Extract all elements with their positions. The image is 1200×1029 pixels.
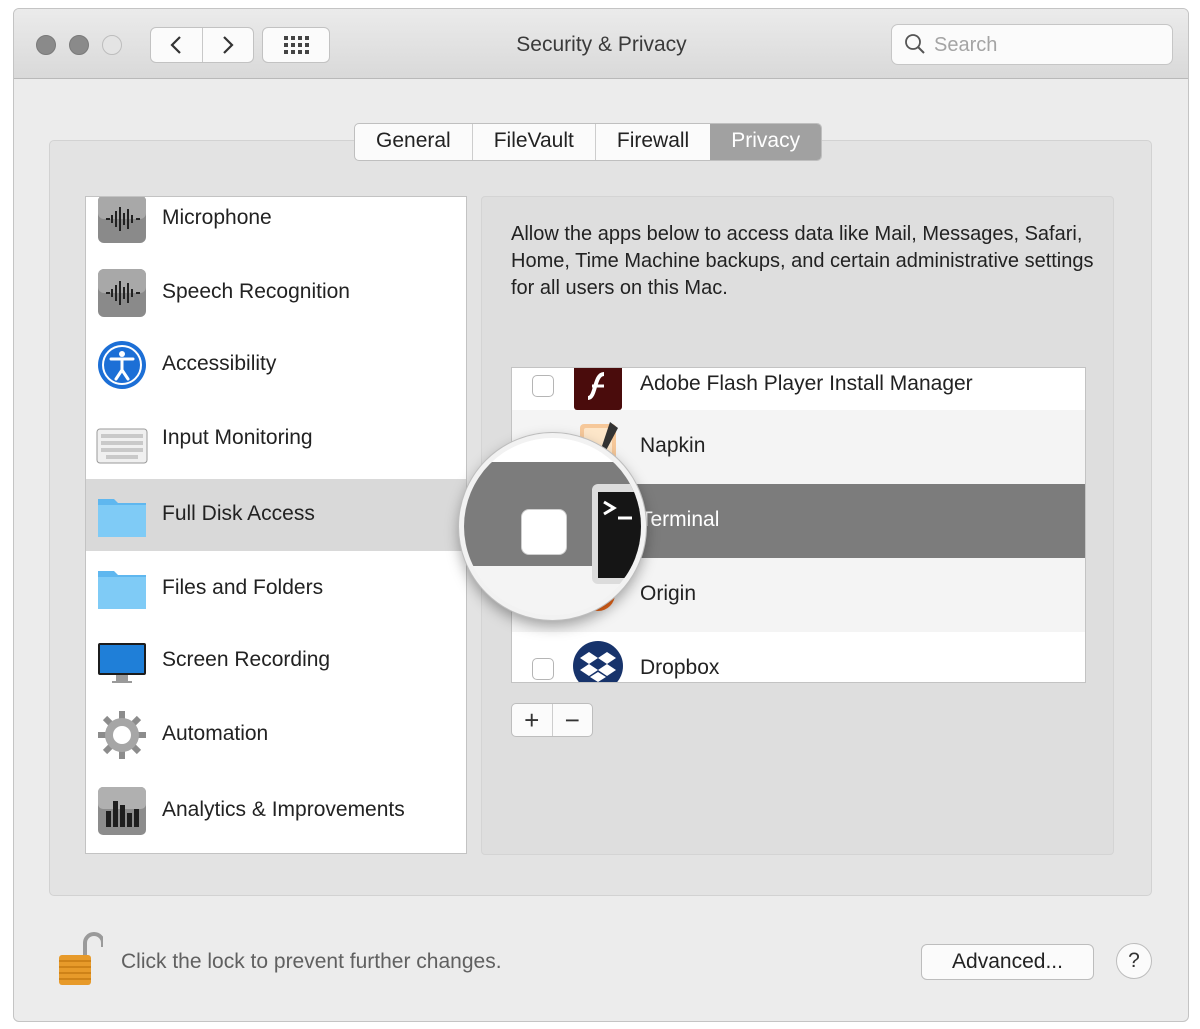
sidebar-item-label: Automation — [162, 722, 269, 745]
tab-general[interactable]: General — [355, 124, 472, 160]
add-app-button[interactable]: + — [512, 704, 552, 736]
sidebar-item-label: Analytics & Improvements — [162, 798, 405, 821]
privacy-category-list[interactable]: Microphone Speech Recognition Accessibil… — [85, 196, 467, 854]
chevron-left-icon — [170, 36, 182, 54]
sidebar-item-speech-recognition[interactable]: Speech Recognition — [86, 257, 466, 329]
app-checkbox[interactable] — [532, 375, 554, 397]
bar-chart-icon — [98, 787, 146, 835]
sidebar-item-full-disk-access[interactable]: Full Disk Access — [86, 479, 466, 551]
chevron-right-icon — [222, 36, 234, 54]
sidebar-item-screen-recording[interactable]: Screen Recording — [86, 627, 466, 699]
app-row-dropbox[interactable]: Dropbox — [512, 632, 1085, 682]
folder-icon — [98, 499, 146, 537]
app-label: Adobe Flash Player Install Manager — [640, 372, 973, 395]
minimize-window-button[interactable] — [69, 35, 89, 55]
sidebar-item-microphone[interactable]: Microphone — [86, 197, 466, 255]
terminal-icon — [592, 484, 641, 584]
app-label: Dropbox — [640, 656, 720, 679]
sidebar-item-label: Full Disk Access — [162, 502, 315, 525]
app-checkbox[interactable] — [532, 658, 554, 680]
sidebar-item-label: Accessibility — [162, 352, 277, 375]
microphone-waveform-icon — [98, 197, 146, 243]
sidebar-item-analytics[interactable]: Analytics & Improvements — [86, 775, 466, 847]
sidebar-item-label: Microphone — [162, 206, 272, 229]
sidebar-item-label: Input Monitoring — [162, 426, 313, 449]
sidebar-item-automation[interactable]: Automation — [86, 701, 466, 773]
settings-window: Security & Privacy General FileVault Fir… — [13, 8, 1189, 1022]
app-label: Origin — [640, 582, 697, 605]
search-input[interactable] — [932, 31, 1166, 59]
sidebar-item-label: Files and Folders — [162, 576, 324, 599]
speech-waveform-icon — [98, 269, 146, 317]
forward-button[interactable] — [201, 28, 254, 62]
tab-bar: General FileVault Firewall Privacy — [354, 123, 823, 161]
sidebar-item-files-and-folders[interactable]: Files and Folders — [86, 553, 466, 625]
keyboard-icon — [96, 428, 148, 464]
dropbox-icon — [573, 641, 623, 682]
flash-icon — [574, 368, 622, 410]
sidebar-item-input-monitoring[interactable]: Input Monitoring — [86, 405, 466, 477]
zoom-window-button[interactable] — [102, 35, 122, 55]
show-all-button[interactable] — [262, 27, 330, 63]
gear-icon — [98, 711, 146, 759]
window-title: Security & Privacy — [516, 33, 687, 56]
nav-buttons — [150, 27, 254, 63]
tab-firewall[interactable]: Firewall — [594, 124, 710, 160]
terminal-checkbox-zoomed[interactable] — [521, 509, 567, 555]
add-remove-buttons: + − — [511, 703, 593, 737]
advanced-button[interactable]: Advanced... — [921, 944, 1094, 980]
remove-app-button[interactable]: − — [551, 704, 593, 736]
folder-icon — [98, 571, 146, 609]
help-button[interactable]: ? — [1116, 943, 1152, 979]
lock-icon[interactable] — [57, 929, 103, 989]
app-label: Napkin — [640, 434, 706, 457]
tab-filevault[interactable]: FileVault — [471, 124, 595, 160]
grid-icon — [283, 36, 309, 54]
search-field[interactable] — [891, 24, 1173, 65]
search-icon — [905, 34, 925, 54]
sidebar-item-label: Speech Recognition — [162, 280, 350, 303]
back-button[interactable] — [151, 28, 202, 62]
app-label: Terminal — [640, 508, 720, 531]
display-icon — [98, 643, 146, 683]
title-bar: Security & Privacy — [14, 9, 1188, 79]
lock-status-text: Click the lock to prevent further change… — [121, 950, 502, 973]
tab-privacy[interactable]: Privacy — [710, 124, 822, 160]
accessibility-icon — [98, 341, 146, 389]
description-text: Allow the apps below to access data like… — [511, 223, 1094, 299]
magnifier-overlay — [459, 433, 646, 620]
sidebar-item-accessibility[interactable]: Accessibility — [86, 331, 466, 403]
close-window-button[interactable] — [36, 35, 56, 55]
sidebar-item-label: Screen Recording — [162, 648, 331, 671]
